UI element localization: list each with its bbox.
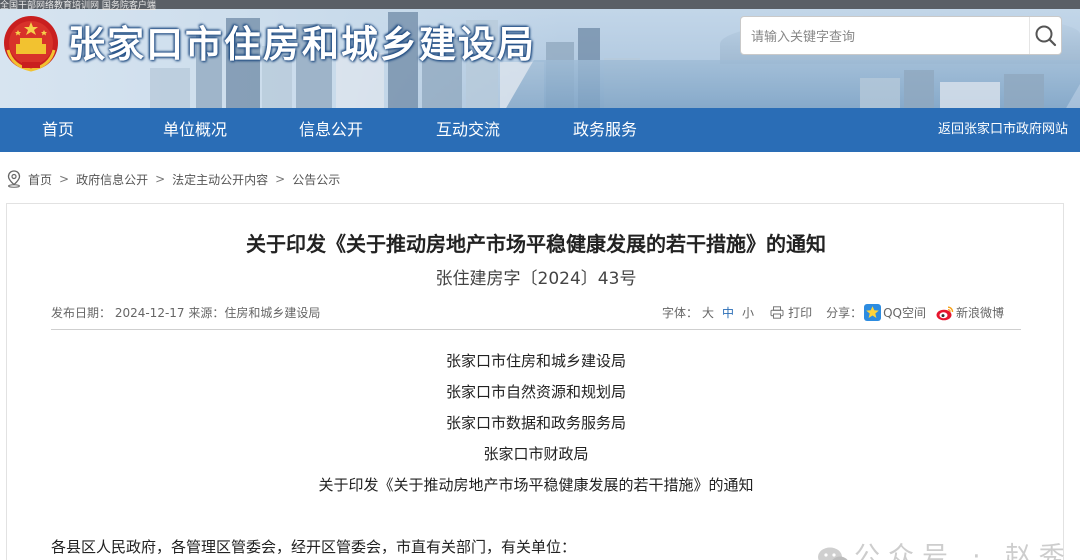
search-input[interactable] (751, 26, 1021, 48)
top-strip-link[interactable]: 国务院客户端 (102, 1, 156, 11)
article-panel: 关于印发《关于推动房地产市场平稳健康发展的若干措施》的通知 张住建房字〔2024… (6, 203, 1064, 560)
nav-item-interaction[interactable]: 互动交流 (436, 108, 500, 152)
main-nav: 首页 单位概况 信息公开 互动交流 政务服务 返回张家口市政府网站 (0, 108, 1080, 152)
font-size-medium[interactable]: 中 (722, 304, 734, 321)
breadcrumb-announcements[interactable]: 公告公示 (292, 171, 340, 188)
site-title[interactable]: 张家口市住房和城乡建设局 (68, 14, 536, 68)
article-title: 关于印发《关于推动房地产市场平稳健康发展的若干措施》的通知 (246, 232, 826, 256)
article-meta: 发布日期： 2024-12-17 来源：住房和城乡建设局 (51, 306, 321, 320)
search-icon (1035, 25, 1057, 47)
top-strip: 全国干部网络教育培训网 国务院客户端 (0, 0, 1080, 11)
building (1004, 74, 1044, 108)
article-tools: 字体： 大 中 小 打印 分享： QQ空间 新浪微博 (662, 304, 1004, 321)
font-size-large[interactable]: 大 (702, 304, 714, 321)
breadcrumb-home[interactable]: 首页 (28, 171, 52, 188)
breadcrumb-separator: > (59, 172, 70, 186)
notice-title-repeat: 关于印发《关于推动房地产市场平稳健康发展的若干措施》的通知 (318, 476, 754, 494)
watermark-text: 公众号 · 赵秀 (854, 542, 1073, 560)
national-emblem-icon (4, 16, 58, 72)
breadcrumb-statutory-content[interactable]: 法定主动公开内容 (172, 171, 268, 188)
share-label: 分享： (826, 306, 863, 320)
nav-item-unit-overview[interactable]: 单位概况 (163, 108, 227, 152)
breadcrumb: 首页 > 政府信息公开 > 法定主动公开内容 > 公告公示 (6, 170, 340, 188)
issuer-line: 张家口市数据和政务服务局 (445, 414, 626, 432)
font-size-small[interactable]: 小 (742, 304, 754, 321)
search-box (740, 16, 1062, 55)
share-weibo[interactable]: 新浪微博 (956, 304, 1004, 321)
building (940, 82, 1000, 108)
issuer-line: 张家口市住房和城乡建设局 (445, 352, 626, 370)
location-pin-icon (7, 170, 21, 188)
building (860, 78, 900, 108)
nav-item-info-disclosure[interactable]: 信息公开 (299, 108, 363, 152)
header-banner: 全国干部网络教育培训网 国务院客户端 张家口市住房和城乡建设局 (0, 0, 1080, 108)
share-qzone[interactable]: QQ空间 (883, 304, 926, 321)
building (904, 70, 934, 108)
search-button[interactable] (1029, 17, 1061, 54)
weibo-icon[interactable] (936, 305, 954, 321)
issuer-line: 张家口市财政局 (483, 445, 589, 463)
font-size-label: 字体： (662, 306, 699, 320)
nav-item-home[interactable]: 首页 (42, 108, 74, 152)
nav-item-gov-services[interactable]: 政务服务 (573, 108, 637, 152)
wechat-icon (818, 547, 848, 560)
breadcrumb-separator: > (155, 172, 166, 186)
back-to-city-gov-link[interactable]: 返回张家口市政府网站 (938, 108, 1068, 152)
document-number: 张住建房字〔2024〕43号 (435, 269, 637, 289)
meta-divider (51, 329, 1021, 330)
print-button[interactable]: 打印 (788, 304, 812, 321)
issuer-line: 张家口市自然资源和规划局 (445, 383, 626, 401)
building (150, 68, 190, 108)
qzone-icon[interactable] (864, 304, 882, 321)
breadcrumb-separator: > (275, 172, 286, 186)
print-icon[interactable] (770, 306, 784, 319)
salutation-line: 各县区人民政府，各管理区管委会，经开区管委会，市直有关部门，有关单位： (51, 538, 577, 556)
breadcrumb-gov-info[interactable]: 政府信息公开 (76, 171, 148, 188)
